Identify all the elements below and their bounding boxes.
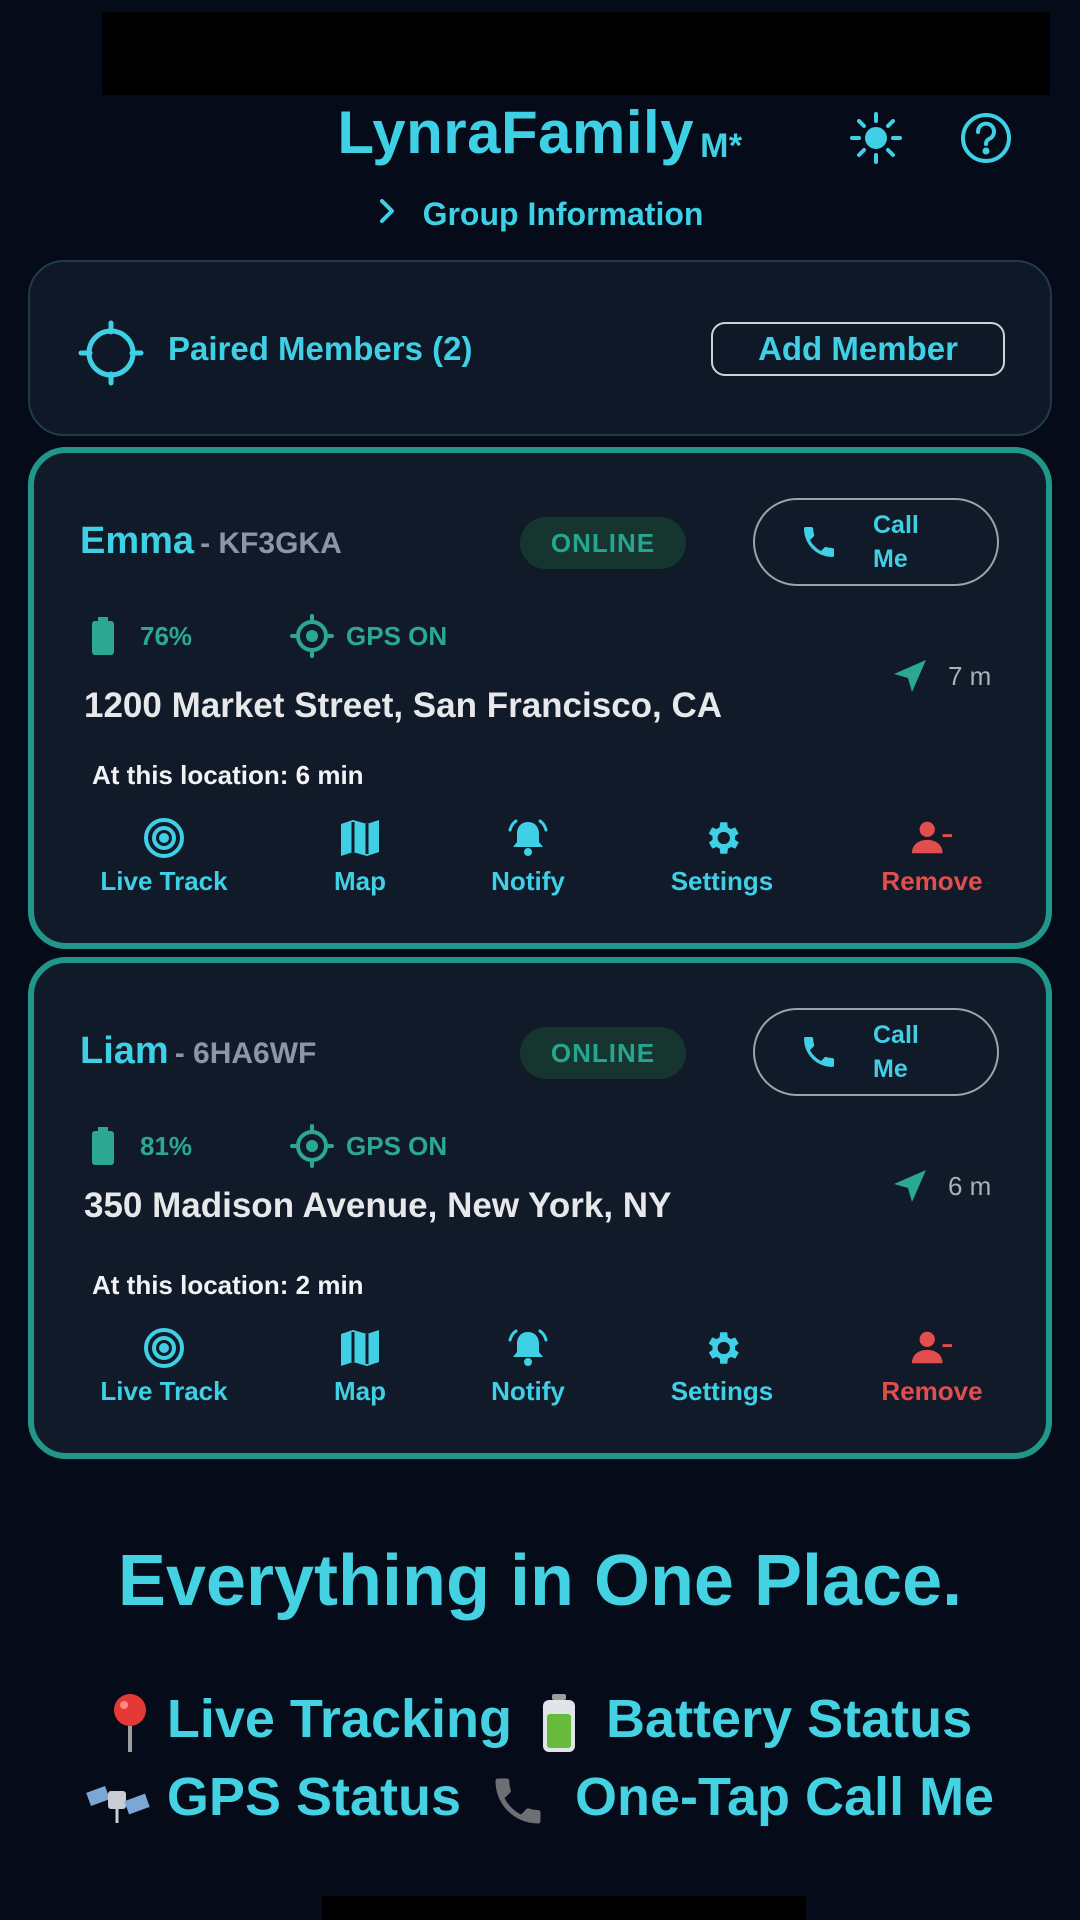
battery-emoji-icon: [543, 1693, 576, 1752]
promo-line-2: GPS Status One-Tap Call Me: [0, 1766, 1080, 1831]
call-me-button[interactable]: Call Me: [753, 498, 999, 586]
gps-status: GPS ON: [290, 614, 447, 658]
promo-gps-status: GPS Status: [166, 1767, 461, 1827]
notify-button[interactable]: Notify: [478, 816, 578, 897]
paired-members-label: Paired Members (2): [168, 330, 473, 367]
call-me-button[interactable]: Call Me: [753, 1008, 999, 1096]
member-name: Liam: [80, 1030, 169, 1072]
navigation-arrow-icon: [894, 1170, 926, 1202]
navigation-bar: [322, 1896, 806, 1920]
action-label: Live Track: [100, 866, 228, 896]
member-address: 1200 Market Street, San Francisco, CA: [84, 686, 723, 725]
status-badge: ONLINE: [520, 1027, 686, 1079]
battery-icon: [92, 617, 114, 655]
call-label-line2: Me: [873, 545, 908, 573]
time-at-location: At this location: 6 min: [92, 760, 364, 790]
distance-indicator: 7 m: [890, 656, 991, 696]
remove-user-icon: [911, 821, 953, 854]
gps-target-icon: [290, 1124, 334, 1168]
live-track-icon: [144, 818, 184, 858]
remove-user-icon: [911, 1331, 953, 1364]
phone-icon: [804, 527, 834, 557]
bell-alert-icon: [508, 1329, 548, 1366]
time-at-location: At this location: 2 min: [92, 1270, 364, 1300]
notify-button[interactable]: Notify: [478, 1326, 578, 1407]
gear-icon: [708, 822, 739, 854]
live-track-button[interactable]: Live Track: [92, 1326, 236, 1407]
gps-status: GPS ON: [290, 1124, 447, 1168]
action-label: Settings: [670, 866, 774, 896]
group-information-label: Group Information: [422, 196, 704, 232]
telephone-icon: [495, 1778, 541, 1824]
battery-status: 81%: [90, 1127, 192, 1165]
help-button[interactable]: [954, 106, 1018, 170]
chevron-right-icon: [377, 196, 397, 233]
live-track-icon: [144, 1328, 184, 1368]
distance-value: 7 m: [948, 660, 992, 691]
battery-percent: 81%: [140, 1130, 193, 1161]
app-title: LynraFamily M*: [337, 99, 743, 166]
group-information-link[interactable]: Group Information: [0, 196, 1080, 233]
pin-icon: [113, 1693, 146, 1752]
theme-toggle-button[interactable]: [844, 106, 908, 170]
promo-live-tracking: Live Tracking: [166, 1689, 513, 1749]
member-name-row: Emma - KF3GKA: [80, 520, 342, 563]
battery-icon: [92, 1127, 114, 1165]
member-code: - 6HA6WF: [174, 1037, 317, 1070]
call-label-line2: Me: [873, 1055, 908, 1083]
phone-icon: [804, 1037, 834, 1067]
settings-button[interactable]: Settings: [660, 1326, 784, 1407]
call-label-line1: Call: [873, 511, 919, 539]
distance-indicator: 6 m: [890, 1166, 991, 1206]
navigation-arrow-icon: [894, 660, 926, 692]
promo-line-1: Live Tracking Battery Status: [0, 1688, 1080, 1754]
call-label-line1: Call: [873, 1021, 919, 1049]
remove-member-button[interactable]: Remove: [870, 816, 994, 897]
live-track-button[interactable]: Live Track: [92, 816, 236, 897]
gps-target-icon: [290, 614, 334, 658]
gear-icon: [708, 1332, 739, 1364]
action-label: Map: [334, 866, 386, 896]
add-member-button[interactable]: Add Member: [711, 322, 1005, 376]
action-label: Notify: [491, 1376, 565, 1406]
map-button[interactable]: Map: [320, 816, 400, 897]
action-label: Settings: [670, 1376, 774, 1406]
action-label: Notify: [491, 866, 565, 896]
gps-label: GPS ON: [346, 620, 448, 651]
help-circle-icon: [961, 113, 1011, 163]
status-bar: [102, 12, 1050, 95]
remove-member-button[interactable]: Remove: [870, 1326, 994, 1407]
battery-status: 76%: [90, 617, 192, 655]
map-button[interactable]: Map: [320, 1326, 400, 1407]
crosshair-icon: [78, 320, 144, 386]
settings-button[interactable]: Settings: [660, 816, 784, 897]
action-label: Map: [334, 1376, 386, 1406]
member-address: 350 Madison Avenue, New York, NY: [84, 1186, 672, 1225]
member-name-row: Liam - 6HA6WF: [80, 1030, 316, 1073]
map-icon: [341, 1330, 379, 1366]
distance-value: 6 m: [948, 1170, 992, 1201]
action-label: Remove: [881, 866, 983, 896]
action-label: Live Track: [100, 1376, 228, 1406]
map-icon: [341, 820, 379, 856]
member-code: - KF3GKA: [200, 527, 342, 560]
sun-icon: [850, 112, 902, 164]
action-label: Remove: [881, 1376, 983, 1406]
member-name: Emma: [80, 520, 195, 562]
battery-percent: 76%: [140, 620, 193, 651]
promo-title: Everything in One Place.: [117, 1541, 963, 1621]
gps-label: GPS ON: [346, 1130, 448, 1161]
promo-battery-status: Battery Status: [606, 1689, 973, 1749]
promo-one-tap-call: One-Tap Call Me: [575, 1767, 995, 1827]
status-badge: ONLINE: [520, 517, 686, 569]
bell-alert-icon: [508, 819, 548, 856]
app-badge: M*: [700, 127, 743, 165]
satellite-icon: [86, 1785, 150, 1823]
